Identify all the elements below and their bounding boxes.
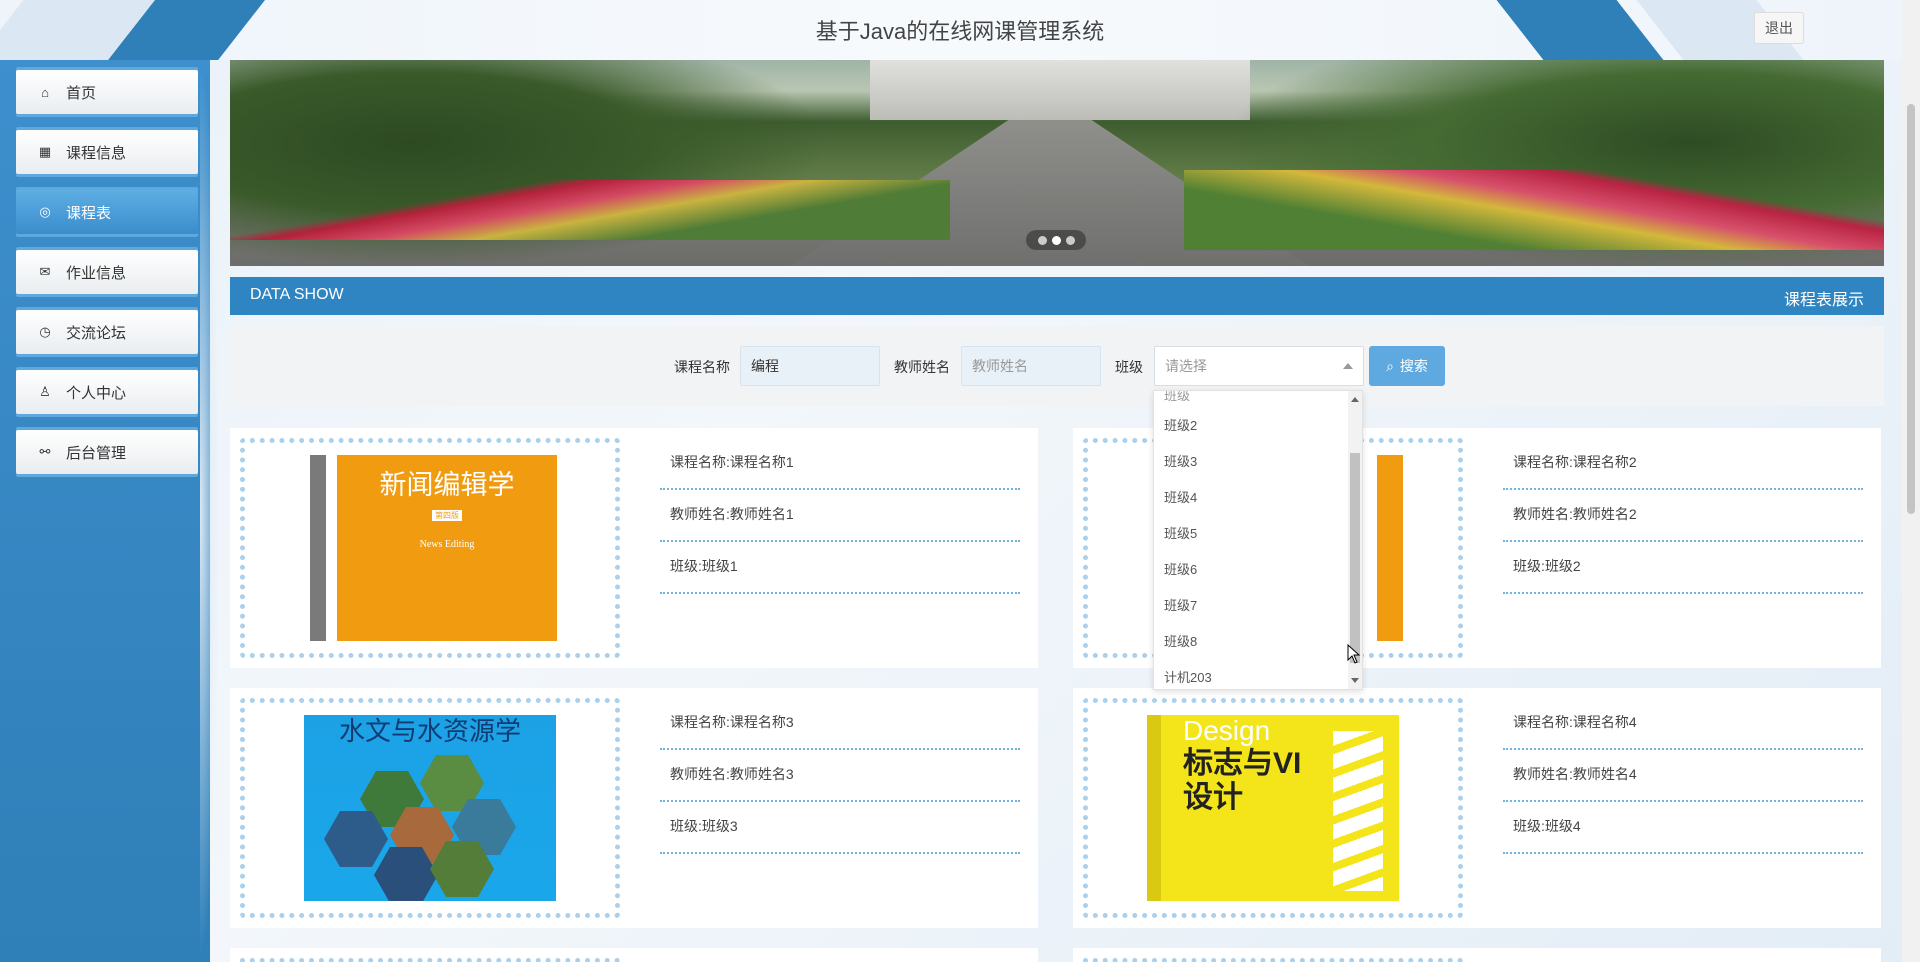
carousel-dot[interactable] xyxy=(1065,235,1075,245)
class-text: 班级:班级4 xyxy=(1503,802,1863,854)
course-card[interactable] xyxy=(230,948,1038,962)
course-name-input[interactable]: 编程 xyxy=(740,346,880,386)
app-title: 基于Java的在线网课管理系统 xyxy=(815,19,1105,44)
dropdown-option[interactable]: 班级6 xyxy=(1164,559,1197,578)
banner-building xyxy=(870,60,1250,120)
teacher-name-text: 教师姓名:教师姓名4 xyxy=(1503,750,1863,802)
book-icon: ▦ xyxy=(38,144,52,159)
book-spine xyxy=(310,455,326,641)
logout-button[interactable]: 退出 xyxy=(1754,12,1804,44)
course-card[interactable] xyxy=(1073,948,1881,962)
sidebar-item-label: 后台管理 xyxy=(66,444,127,462)
class-select[interactable]: 请选择 xyxy=(1154,346,1364,386)
home-icon: ⌂ xyxy=(41,84,49,100)
caret-up-icon xyxy=(1343,363,1353,369)
cover-edition: 第四版 xyxy=(432,510,462,521)
mail-icon: ✉ xyxy=(39,264,51,279)
class-text: 班级:班级3 xyxy=(660,802,1020,854)
cover-title: 水文与水资源学 xyxy=(338,717,521,747)
search-panel: 课程名称 编程 教师姓名 教师姓名 班级 请选择 ⌕ 搜索 xyxy=(230,326,1884,406)
mouse-cursor-icon xyxy=(1347,644,1361,664)
banner-carousel[interactable] xyxy=(230,60,1884,266)
book-spine xyxy=(1147,715,1161,901)
course-info: 课程名称:课程名称3 教师姓名:教师姓名3 班级:班级3 xyxy=(660,698,1020,854)
teacher-name-text: 教师姓名:教师姓名1 xyxy=(660,490,1020,542)
section-title: DATA SHOW xyxy=(250,286,344,303)
dropdown-option[interactable]: 班级4 xyxy=(1164,487,1197,506)
sidebar-item-course-info[interactable]: ▦ 课程信息 xyxy=(16,130,198,174)
section-header: DATA SHOW 课程表展示 xyxy=(230,277,1884,315)
course-cover-image[interactable]: 新闻编辑学 第四版 News Editing xyxy=(337,455,557,641)
course-card[interactable]: Design 标志与VI设计 课程名称:课程名称4 教师姓名:教师姓名4 班级:… xyxy=(1073,688,1881,928)
class-label: 班级 xyxy=(1115,359,1143,375)
dropdown-option[interactable]: 班级7 xyxy=(1164,595,1197,614)
page-scrollbar[interactable] xyxy=(1902,0,1920,962)
sidebar-item-label: 个人中心 xyxy=(66,384,127,402)
sidebar-item-label: 课程表 xyxy=(66,204,112,222)
sidebar-item-label: 交流论坛 xyxy=(66,324,127,342)
section-subtitle: 课程表展示 xyxy=(1783,292,1864,309)
page-scrollbar-thumb[interactable] xyxy=(1907,104,1915,514)
calendar-icon: ◎ xyxy=(39,204,51,219)
class-text: 班级:班级2 xyxy=(1503,542,1863,594)
dropdown-option[interactable]: 班级5 xyxy=(1164,523,1197,542)
course-card[interactable]: 新闻编辑学 第四版 News Editing 课程名称:课程名称1 教师姓名:教… xyxy=(230,428,1038,668)
teacher-name-text: 教师姓名:教师姓名3 xyxy=(660,750,1020,802)
top-header: 基于Java的在线网课管理系统 退出 xyxy=(0,0,1920,60)
cover-frame xyxy=(240,958,620,962)
teacher-name-text: 教师姓名:教师姓名2 xyxy=(1503,490,1863,542)
sidebar-item-label: 课程信息 xyxy=(66,144,127,162)
search-button-label: 搜索 xyxy=(1399,358,1428,374)
user-icon: ♙ xyxy=(39,384,51,399)
course-name-text: 课程名称:课程名称4 xyxy=(1503,698,1863,750)
sidebar-item-schedule[interactable]: ◎ 课程表 xyxy=(16,190,198,234)
course-name-text: 课程名称:课程名称2 xyxy=(1503,438,1863,490)
carousel-indicators xyxy=(1026,230,1086,250)
search-icon: ⌕ xyxy=(1386,357,1394,374)
sidebar-item-label: 作业信息 xyxy=(66,264,127,282)
link-icon: ⚯ xyxy=(39,444,51,459)
teacher-name-input[interactable]: 教师姓名 xyxy=(961,346,1101,386)
scroll-down-arrow-icon[interactable] xyxy=(1351,678,1359,683)
course-card[interactable]: 水文与水资源学 课程名称:课程名称3 教师姓名:教师姓名3 班级:班级3 xyxy=(230,688,1038,928)
class-select-placeholder: 请选择 xyxy=(1165,358,1207,374)
cover-title: 新闻编辑学 xyxy=(379,470,515,501)
course-cover-image[interactable]: Design 标志与VI设计 xyxy=(1147,715,1399,901)
course-info: 课程名称:课程名称2 教师姓名:教师姓名2 班级:班级2 xyxy=(1503,438,1863,594)
course-name-text: 课程名称:课程名称1 xyxy=(660,438,1020,490)
course-name-label: 课程名称 xyxy=(674,359,730,375)
sidebar-item-homework[interactable]: ✉ 作业信息 xyxy=(16,250,198,294)
course-cover-image[interactable]: 水文与水资源学 xyxy=(304,715,556,901)
search-button[interactable]: ⌕ 搜索 xyxy=(1369,346,1445,386)
dropdown-option[interactable]: 班级8 xyxy=(1164,631,1197,650)
course-name-text: 课程名称:课程名称3 xyxy=(660,698,1020,750)
class-text: 班级:班级1 xyxy=(660,542,1020,594)
clock-icon: ◷ xyxy=(39,324,51,339)
course-info: 课程名称:课程名称1 教师姓名:教师姓名1 班级:班级1 xyxy=(660,438,1020,594)
sidebar: ⌂ 首页 ▦ 课程信息 ◎ 课程表 ✉ 作业信息 ◷ 交流论坛 ♙ 个人中心 ⚯… xyxy=(0,60,220,962)
carousel-dot-active[interactable] xyxy=(1051,235,1061,245)
carousel-dot[interactable] xyxy=(1037,235,1047,245)
banner-flowers xyxy=(230,180,950,240)
cover-decoration xyxy=(1333,731,1383,891)
dropdown-option[interactable]: 计机203 xyxy=(1164,667,1212,686)
sidebar-item-admin[interactable]: ⚯ 后台管理 xyxy=(16,430,198,474)
course-info: 课程名称:课程名称4 教师姓名:教师姓名4 班级:班级4 xyxy=(1503,698,1863,854)
class-dropdown-menu[interactable]: 班级 班级2 班级3 班级4 班级5 班级6 班级7 班级8 计机203 xyxy=(1153,390,1363,690)
teacher-name-label: 教师姓名 xyxy=(894,359,950,375)
banner-flowers xyxy=(1184,170,1884,250)
sidebar-item-home[interactable]: ⌂ 首页 xyxy=(16,70,198,114)
dropdown-option[interactable]: 班级3 xyxy=(1164,451,1197,470)
sidebar-item-profile[interactable]: ♙ 个人中心 xyxy=(16,370,198,414)
scroll-up-arrow-icon[interactable] xyxy=(1351,397,1359,402)
course-cover-image[interactable] xyxy=(1377,455,1403,641)
cover-title: 标志与VI设计 xyxy=(1183,747,1302,814)
cover-frame xyxy=(1083,958,1463,962)
cover-subtitle: News Editing xyxy=(419,539,475,550)
sidebar-item-forum[interactable]: ◷ 交流论坛 xyxy=(16,310,198,354)
dropdown-scrollbar-thumb[interactable] xyxy=(1350,453,1360,663)
dropdown-option[interactable]: 班级2 xyxy=(1164,415,1197,434)
sidebar-item-label: 首页 xyxy=(66,84,97,102)
